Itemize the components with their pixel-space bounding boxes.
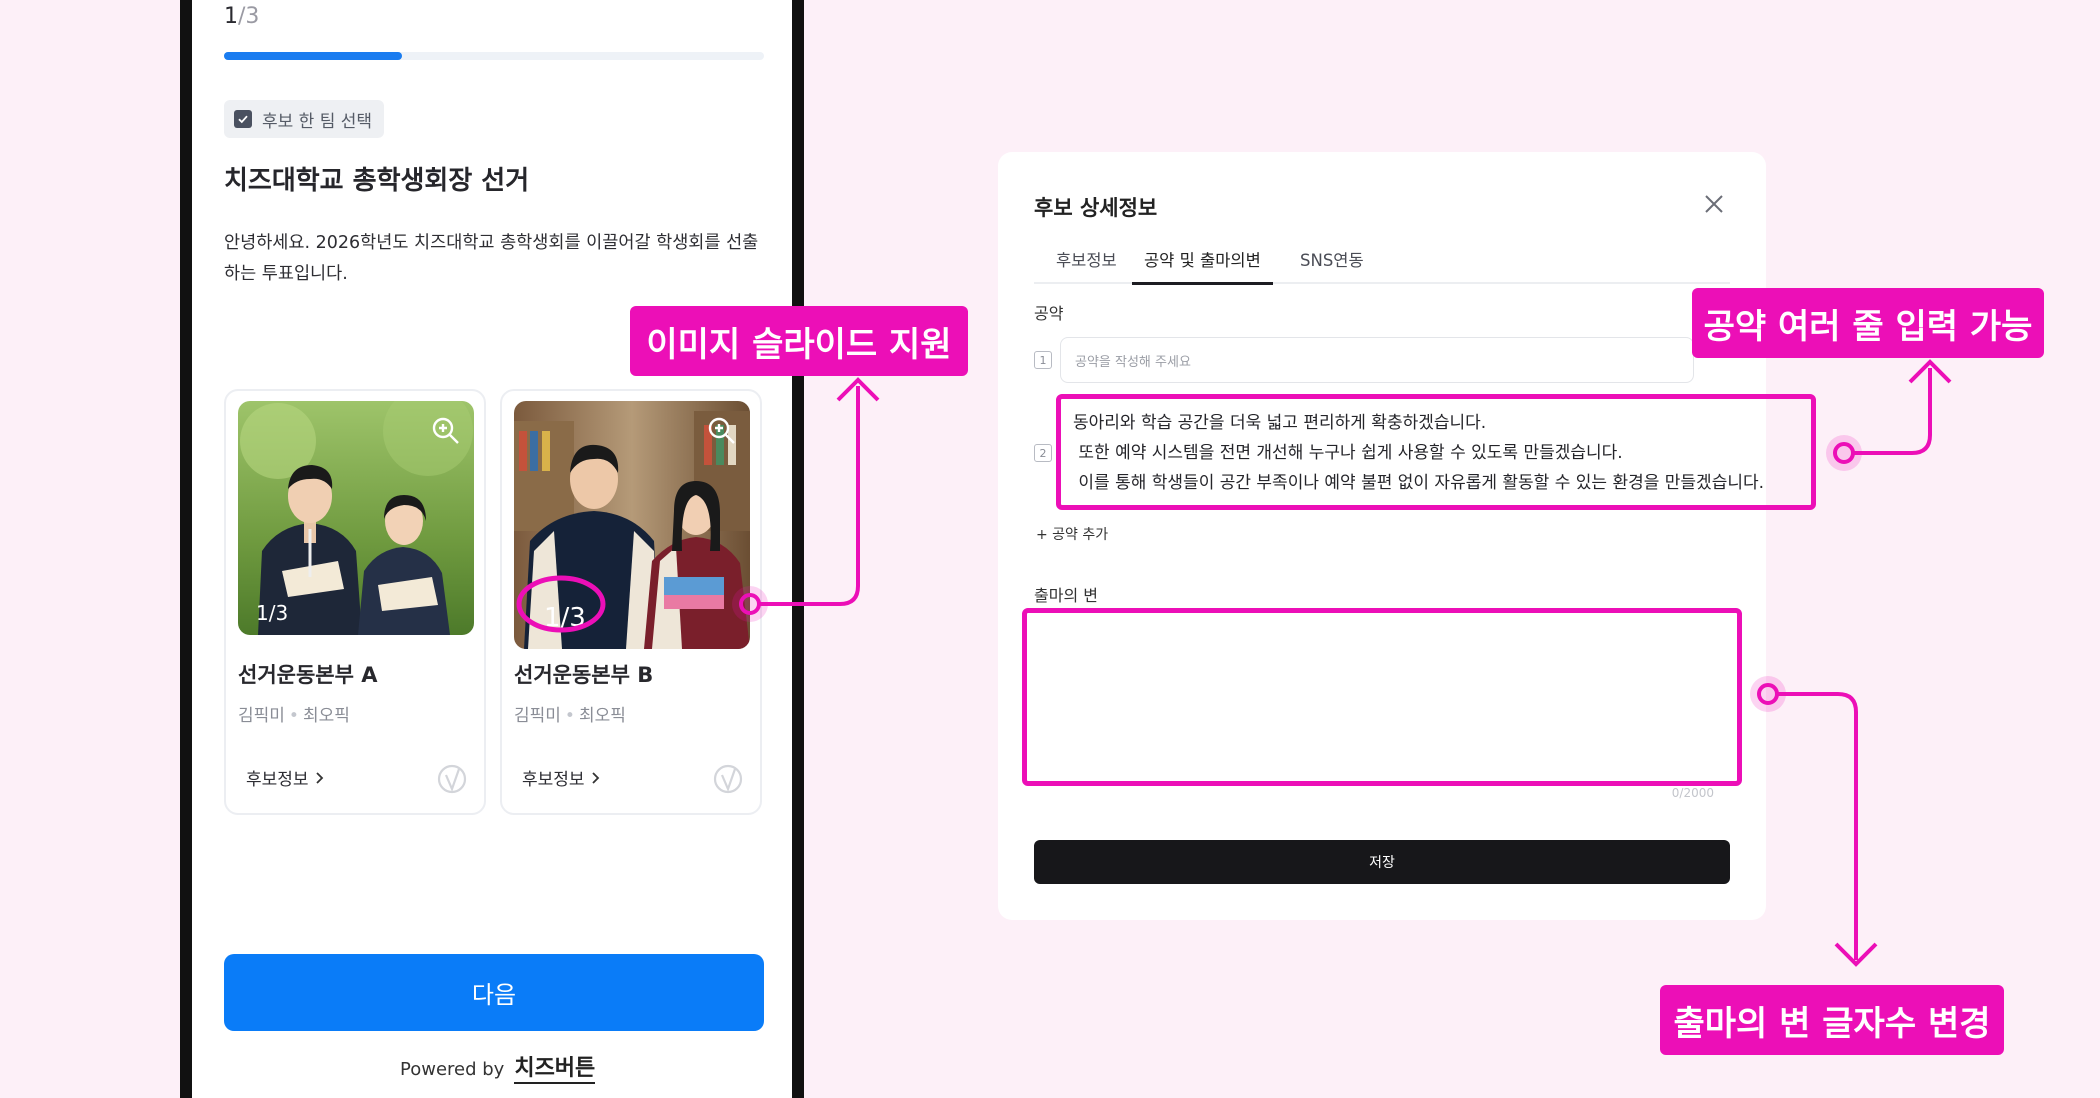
powered-by: Powered by 치즈버튼: [400, 1050, 596, 1084]
modal-tabs: 후보정보 공약 및 출마의변 SNS연동: [1034, 246, 1730, 285]
candidate-info-label: 후보정보: [522, 770, 585, 790]
callout-image-slide: 이미지 슬라이드 지원: [630, 306, 968, 376]
candidate-name: 선거운동본부 B: [514, 663, 654, 687]
tab-sns[interactable]: SNS연동: [1288, 246, 1376, 284]
speech-label: 출마의 변: [1034, 586, 1098, 605]
candidate-members: 김픽미 • 최오픽: [238, 701, 350, 726]
select-one-team-chip: 후보 한 팀 선택: [224, 100, 385, 138]
arrow-head: [1908, 359, 1952, 384]
candidate-card-b[interactable]: 1/3 선거운동본부 B 김픽미 • 최오픽 후보정보: [500, 389, 762, 815]
connector-line: [1777, 692, 1858, 960]
candidate-info-link[interactable]: 후보정보: [246, 765, 325, 790]
candidate-members: 김픽미 • 최오픽: [514, 701, 626, 726]
candidate-name: 선거운동본부 A: [238, 663, 378, 687]
pledge-input[interactable]: 공약을 작성해 주세요: [1060, 337, 1694, 383]
tab-candidate-info[interactable]: 후보정보: [1044, 246, 1129, 284]
callout-speech-char-limit: 출마의 변 글자수 변경: [1660, 985, 2004, 1055]
vote-check-icon[interactable]: [436, 763, 468, 795]
pledge-label: 공약: [1034, 304, 1064, 323]
brand-link[interactable]: 치즈버튼: [514, 1050, 596, 1084]
candidate-info-link[interactable]: 후보정보: [522, 765, 601, 790]
char-count: 0/2000: [1671, 786, 1714, 800]
slide-counter: 1/3: [256, 601, 289, 625]
pledge-number: 1: [1034, 351, 1052, 369]
progress-bar: [224, 52, 764, 60]
chevron-right-icon: [591, 771, 599, 784]
member-name: 김픽미: [514, 706, 561, 726]
member-name: 최오픽: [578, 706, 626, 726]
checkbox-checked-icon: [234, 110, 252, 128]
candidate-card-a[interactable]: 1/3 선거운동본부 A 김픽미 • 최오픽 후보정보: [224, 389, 486, 815]
add-pledge-button[interactable]: + 공약 추가: [1036, 524, 1108, 544]
next-button[interactable]: 다음: [224, 954, 764, 1031]
connector-dot: [1833, 442, 1855, 464]
member-separator: •: [564, 706, 575, 726]
powered-by-label: Powered by: [400, 1059, 505, 1080]
speech-textarea[interactable]: [1022, 608, 1742, 786]
tab-pledge-speech[interactable]: 공약 및 출마의변: [1132, 246, 1273, 285]
step-total: /3: [238, 4, 260, 29]
vote-check-icon[interactable]: [712, 763, 744, 795]
arrow-head: [1834, 942, 1878, 967]
callout-multiline-pledge: 공약 여러 줄 입력 가능: [1692, 288, 2044, 358]
page-description: 안녕하세요. 2026학년도 치즈대학교 총학생회를 이끌어갈 학생회를 선출하…: [224, 233, 759, 284]
step-counter: 1/3: [224, 4, 259, 29]
member-name: 김픽미: [238, 706, 285, 726]
progress-fill: [224, 52, 403, 60]
page-title: 치즈대학교 총학생회장 선거: [224, 166, 530, 196]
slide-counter: 1/3: [544, 603, 586, 633]
zoom-in-icon[interactable]: [706, 415, 738, 447]
member-name: 최오픽: [302, 706, 350, 726]
team-chip-label: 후보 한 팀 선택: [262, 111, 373, 132]
modal-title: 후보 상세정보: [1034, 196, 1158, 220]
candidate-detail-modal: 후보 상세정보 후보정보 공약 및 출마의변 SNS연동 공약 1 공약을 작성…: [998, 152, 1816, 920]
chevron-right-icon: [315, 771, 323, 784]
zoom-in-icon[interactable]: [430, 415, 462, 447]
close-icon: [1705, 195, 1723, 213]
step-current: 1: [224, 4, 238, 29]
candidate-photo[interactable]: 1/3: [238, 401, 474, 635]
candidate-info-label: 후보정보: [246, 770, 309, 790]
save-button[interactable]: 저장: [1034, 840, 1730, 884]
connector-line: [1853, 368, 1932, 455]
close-button[interactable]: [1702, 192, 1726, 216]
connector-dot: [1826, 435, 1862, 471]
candidate-photo[interactable]: 1/3: [514, 401, 750, 649]
pledge-number: 2: [1034, 444, 1052, 462]
member-separator: •: [288, 706, 299, 726]
pledge-multiline-input[interactable]: 동아리와 학습 공간을 더욱 넓고 편리하게 확충하겠습니다. 또한 예약 시스…: [1056, 394, 1816, 510]
arrow-head: [836, 377, 880, 402]
